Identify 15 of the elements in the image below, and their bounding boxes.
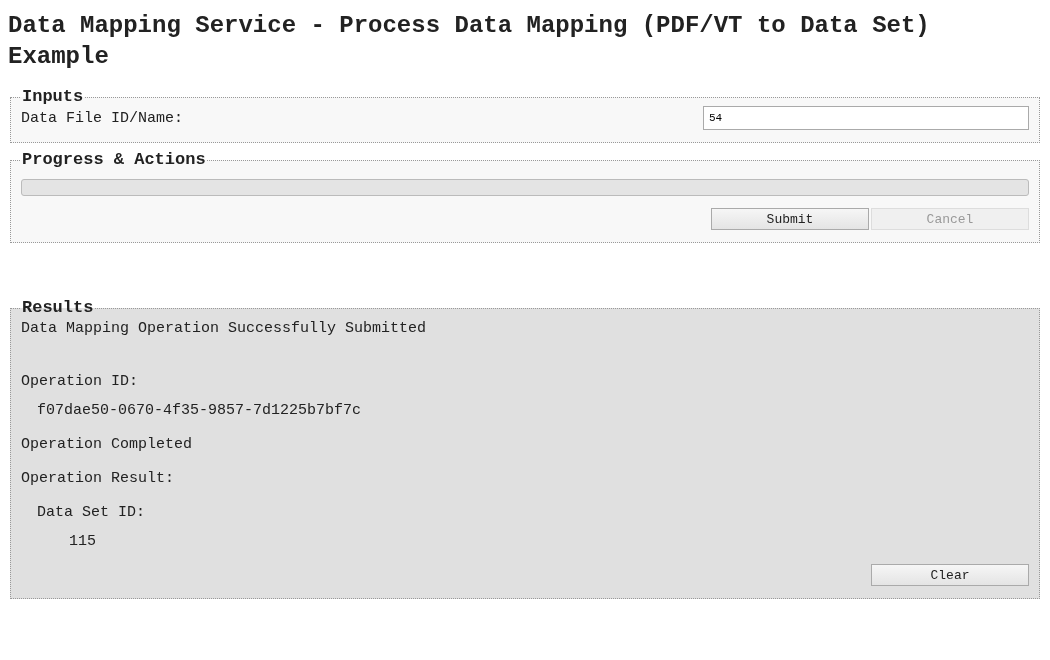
- result-text: Data Set ID:: [36, 503, 147, 523]
- panel-legend: Inputs: [21, 88, 85, 106]
- field-label: Data File ID/Name:: [21, 109, 184, 127]
- result-text: f07dae50-0670-4f35-9857-7d1225b7bf7c: [36, 401, 363, 421]
- input-field[interactable]: 54: [703, 106, 1029, 130]
- result-text: Operation Completed: [21, 435, 194, 455]
- result-text: 115: [68, 532, 97, 552]
- action-button[interactable]: Submit: [711, 208, 869, 230]
- page-title: Data Mapping Service - Process Data Mapping (PDF/VT to Data Set) Example: [8, 11, 931, 72]
- result-text: Operation Result:: [21, 469, 176, 489]
- result-text: Data Mapping Operation Successfully Submitted: [21, 319, 428, 339]
- result-text: Operation ID:: [21, 372, 140, 392]
- clear-button[interactable]: Clear: [871, 564, 1029, 586]
- panel-legend: Results: [21, 299, 95, 317]
- panel-legend: Progress & Actions: [21, 151, 207, 169]
